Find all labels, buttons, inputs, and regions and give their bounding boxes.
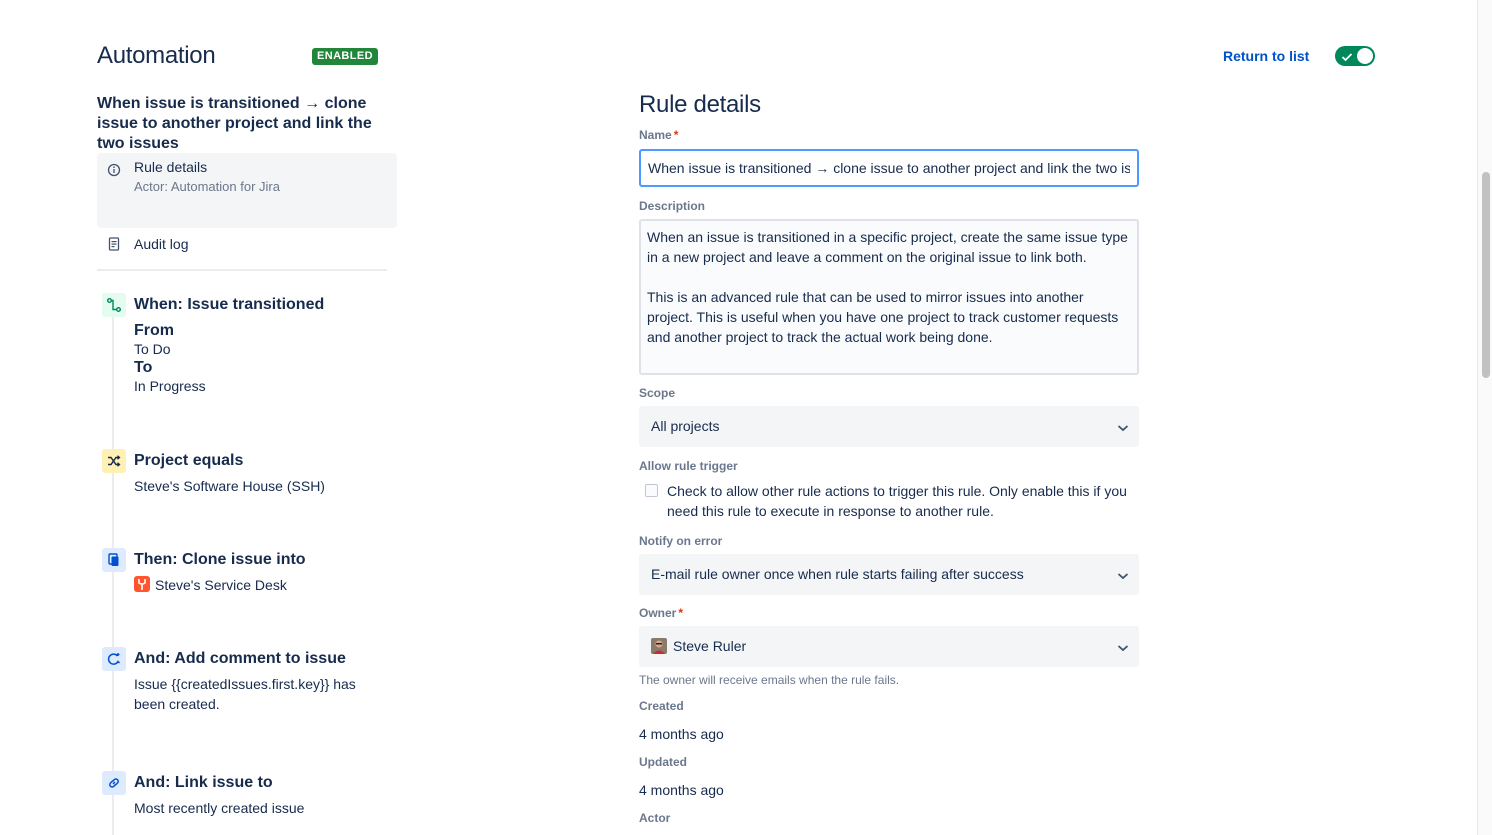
name-input[interactable] bbox=[639, 149, 1139, 187]
scrollbar-track[interactable] bbox=[1477, 0, 1492, 835]
comment-icon bbox=[102, 647, 126, 671]
owner-label: Owner * bbox=[639, 606, 683, 620]
from-label: From bbox=[134, 322, 174, 339]
shuffle-icon bbox=[102, 449, 126, 473]
link-icon bbox=[102, 771, 126, 795]
nav-item-sublabel: Actor: Automation for Jira bbox=[134, 179, 280, 194]
scope-select[interactable]: All projects bbox=[639, 406, 1139, 447]
step-title: Project equals bbox=[134, 452, 244, 469]
owner-helper-text: The owner will receive emails when the r… bbox=[639, 673, 900, 687]
from-value: To Do bbox=[134, 341, 171, 357]
service-desk-project-icon bbox=[134, 576, 150, 592]
return-to-list-link[interactable]: Return to list bbox=[1223, 48, 1309, 64]
nav-item-audit-log[interactable]: Audit log bbox=[97, 234, 397, 256]
required-marker: * bbox=[673, 128, 679, 142]
divider bbox=[97, 269, 387, 271]
allow-rule-trigger-label: Allow rule trigger bbox=[639, 459, 738, 473]
to-label: To bbox=[134, 359, 153, 376]
step-body: Issue {{createdIssues.first.key}} has be… bbox=[134, 676, 356, 712]
info-icon bbox=[107, 163, 121, 177]
document-icon bbox=[108, 237, 120, 251]
step-body: Steve's Service Desk bbox=[134, 575, 384, 595]
step-title: And: Add comment to issue bbox=[134, 650, 346, 667]
status-badge: ENABLED bbox=[312, 48, 378, 65]
nav-item-rule-details[interactable]: Rule details Actor: Automation for Jira bbox=[97, 153, 397, 228]
updated-value: 4 months ago bbox=[639, 782, 724, 798]
nav-item-label: Audit log bbox=[134, 236, 189, 252]
step-body: From To Do To In Progress bbox=[134, 322, 384, 396]
check-icon bbox=[1341, 50, 1353, 62]
copy-icon bbox=[102, 548, 126, 572]
form-title: Rule details bbox=[639, 91, 761, 118]
notify-on-error-select[interactable]: E-mail rule owner once when rule starts … bbox=[639, 554, 1139, 595]
notify-on-error-label: Notify on error bbox=[639, 534, 723, 548]
rule-enabled-toggle[interactable] bbox=[1335, 46, 1375, 66]
actor-label: Actor bbox=[639, 811, 671, 825]
transition-icon bbox=[102, 293, 126, 317]
created-label: Created bbox=[639, 699, 684, 713]
name-label: Name * bbox=[639, 128, 678, 142]
app-title: Automation bbox=[97, 42, 216, 69]
chevron-down-icon bbox=[1117, 420, 1129, 432]
step-title: Then: Clone issue into bbox=[134, 551, 306, 568]
step-body: Most recently created issue bbox=[134, 800, 305, 816]
chevron-down-icon bbox=[1117, 568, 1129, 580]
description-label: Description bbox=[639, 199, 706, 213]
owner-label-text: Owner bbox=[639, 606, 677, 620]
updated-label: Updated bbox=[639, 755, 687, 769]
owner-select[interactable]: Steve Ruler bbox=[639, 626, 1139, 667]
step-title: When: Issue transitioned bbox=[134, 296, 325, 313]
nav-item-label: Rule details bbox=[134, 159, 208, 175]
allow-rule-trigger-text: Check to allow other rule actions to tri… bbox=[667, 483, 1127, 519]
owner-value: Steve Ruler bbox=[673, 638, 747, 654]
step-title: And: Link issue to bbox=[134, 774, 273, 791]
notify-on-error-value: E-mail rule owner once when rule starts … bbox=[651, 566, 1024, 582]
rule-title: When issue is transitioned → clone issue… bbox=[97, 95, 372, 152]
scope-value: All projects bbox=[651, 418, 720, 434]
created-value: 4 months ago bbox=[639, 726, 724, 742]
scrollbar-thumb[interactable] bbox=[1482, 172, 1490, 378]
step-body: Steve's Software House (SSH) bbox=[134, 478, 325, 494]
chevron-down-icon bbox=[1117, 640, 1129, 652]
allow-rule-trigger-checkbox[interactable] bbox=[645, 484, 658, 497]
description-textarea[interactable]: When an issue is transitioned in a speci… bbox=[639, 219, 1139, 375]
scope-label: Scope bbox=[639, 386, 676, 400]
to-value: In Progress bbox=[134, 378, 206, 394]
required-marker: * bbox=[678, 606, 684, 620]
toggle-knob bbox=[1357, 48, 1373, 64]
avatar bbox=[651, 638, 667, 654]
name-label-text: Name bbox=[639, 128, 672, 142]
project-name: Steve's Service Desk bbox=[155, 577, 287, 593]
